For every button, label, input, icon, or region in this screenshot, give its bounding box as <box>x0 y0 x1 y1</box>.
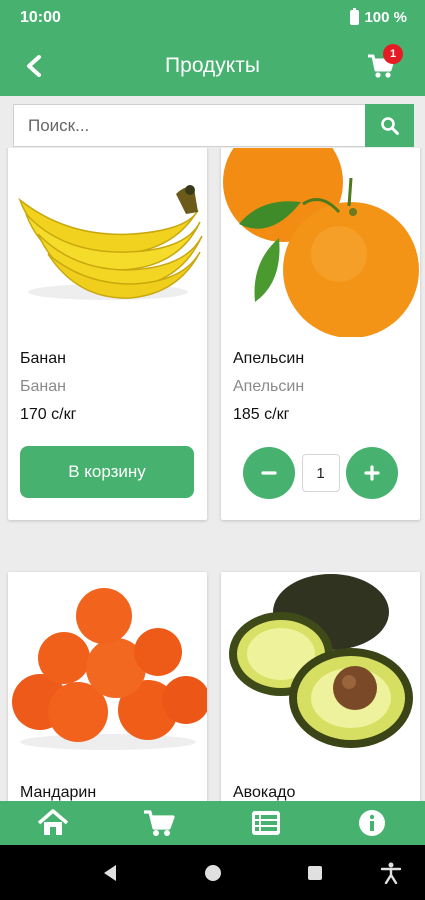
nav-info[interactable] <box>342 801 402 845</box>
system-back-button[interactable] <box>96 859 124 887</box>
accessibility-icon <box>380 862 402 884</box>
battery-level: 100 % <box>364 9 407 26</box>
cart-badge: 1 <box>383 44 403 64</box>
battery-icon <box>350 8 360 25</box>
search-button[interactable] <box>365 104 414 147</box>
quantity-stepper: 1 <box>243 446 398 500</box>
list-icon <box>251 811 280 835</box>
nav-list[interactable] <box>236 801 296 845</box>
mandarin-image <box>8 572 207 767</box>
system-accessibility-button[interactable] <box>377 859 405 887</box>
info-icon <box>358 810 385 836</box>
plus-icon <box>364 465 380 481</box>
nav-cart[interactable] <box>129 801 189 845</box>
system-nav-bar <box>0 845 425 900</box>
page-title: Продукты <box>165 54 260 77</box>
avocado-image <box>221 572 420 767</box>
product-card-avocado[interactable]: Авокадо <box>221 572 420 801</box>
product-subtitle: Апельсин <box>233 378 305 395</box>
product-price: 185 с/кг <box>233 406 290 423</box>
system-home-button[interactable] <box>199 859 227 887</box>
banana-image <box>8 148 207 337</box>
product-name: Мандарин <box>20 784 97 801</box>
home-circle-icon <box>205 865 221 881</box>
product-grid: Банан Банан 170 с/кг В корзину Апельсин … <box>0 148 425 801</box>
search-input[interactable] <box>13 104 365 147</box>
search-bar <box>13 104 414 147</box>
add-to-cart-button[interactable]: В корзину <box>20 446 194 498</box>
product-name: Апельсин <box>233 350 305 367</box>
bottom-nav <box>0 801 425 845</box>
orange-image <box>221 148 420 337</box>
app-bar: Продукты 1 <box>0 36 425 96</box>
product-card-banana[interactable]: Банан Банан 170 с/кг В корзину <box>8 148 207 520</box>
cart-icon <box>144 810 175 836</box>
home-icon <box>37 809 69 835</box>
system-recents-button[interactable] <box>301 859 329 887</box>
product-name: Авокадо <box>233 784 296 801</box>
status-time: 10:00 <box>20 9 61 26</box>
status-bar: 10:00 100 % <box>0 0 425 36</box>
product-card-orange[interactable]: Апельсин Апельсин 185 с/кг 1 <box>221 148 420 520</box>
status-indicators: 100 % <box>350 8 407 26</box>
cart-button[interactable]: 1 <box>367 44 403 80</box>
product-subtitle: Банан <box>20 378 66 395</box>
increase-quantity-button[interactable] <box>346 447 398 499</box>
decrease-quantity-button[interactable] <box>243 447 295 499</box>
search-icon <box>380 116 399 135</box>
product-card-mandarin[interactable]: Мандарин <box>8 572 207 801</box>
minus-icon <box>261 471 277 475</box>
recents-square-icon <box>308 866 322 880</box>
quantity-value[interactable]: 1 <box>301 454 340 492</box>
back-triangle-icon <box>104 865 116 881</box>
nav-home[interactable] <box>23 801 83 845</box>
product-price: 170 с/кг <box>20 406 77 423</box>
product-name: Банан <box>20 350 66 367</box>
